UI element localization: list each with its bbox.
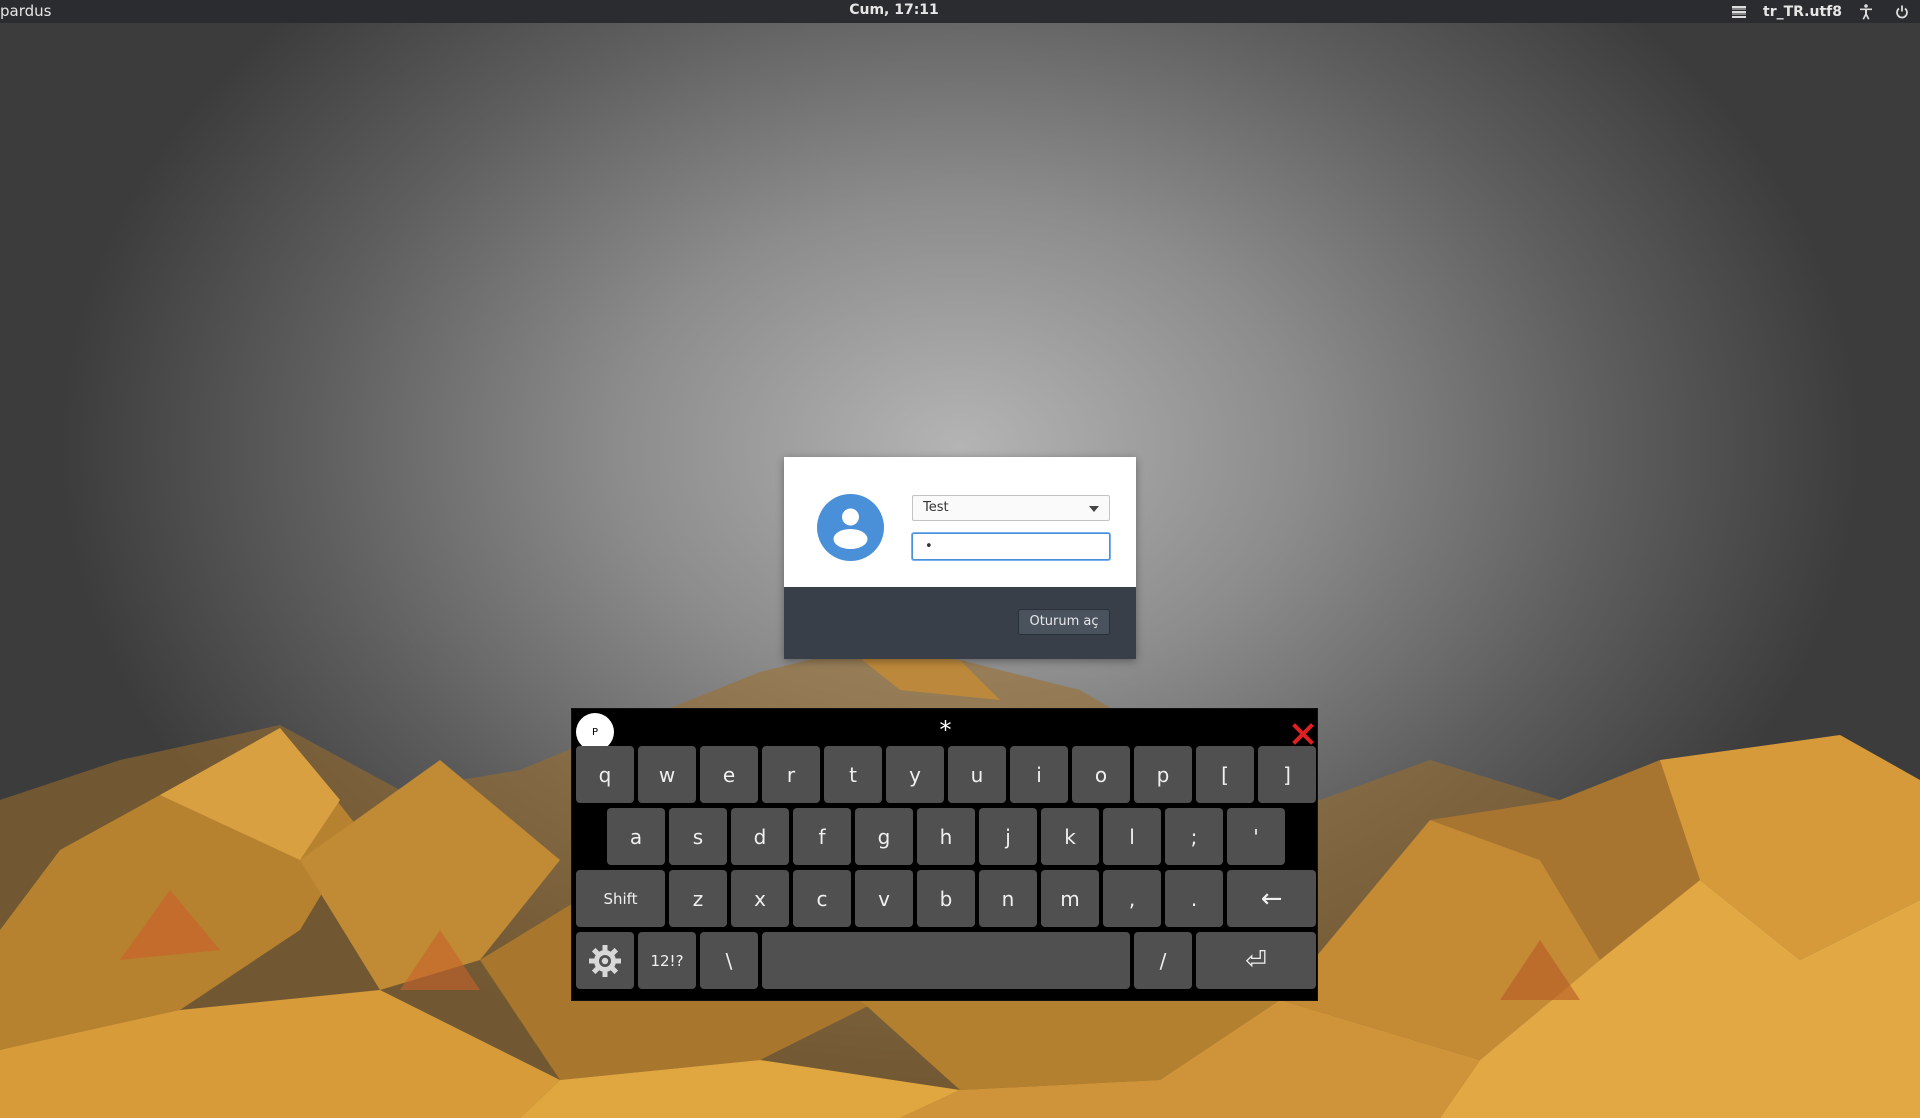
password-input[interactable] bbox=[912, 533, 1110, 560]
chevron-down-icon bbox=[1089, 506, 1099, 512]
key-h[interactable]: h bbox=[917, 808, 975, 865]
key-backslash[interactable]: \ bbox=[700, 932, 758, 989]
login-dialog-body: Test bbox=[784, 457, 1136, 587]
user-avatar-icon bbox=[817, 494, 884, 561]
onscreen-keyboard: P * q w e r t y u i o p[] a s d f g h j k l; ' Shift z x c v b n m,… bbox=[571, 708, 1318, 1001]
key-g[interactable]: g bbox=[855, 808, 913, 865]
key-backspace[interactable]: ← bbox=[1227, 870, 1316, 927]
key-l[interactable]: l bbox=[1103, 808, 1161, 865]
key-b[interactable]: b bbox=[917, 870, 975, 927]
login-dialog: Test Oturum aç bbox=[784, 457, 1136, 659]
key-right-bracket[interactable]: ] bbox=[1258, 746, 1316, 803]
key-a[interactable]: a bbox=[607, 808, 665, 865]
key-symbols[interactable]: 12!? bbox=[638, 932, 696, 989]
system-tray: tr_TR.utf8 bbox=[1721, 0, 1920, 23]
keyboard-preview: * bbox=[939, 716, 952, 744]
key-semicolon[interactable]: ; bbox=[1165, 808, 1223, 865]
key-r[interactable]: r bbox=[762, 746, 820, 803]
accessibility-icon[interactable] bbox=[1858, 3, 1874, 20]
menu-icon[interactable] bbox=[1731, 4, 1747, 20]
key-v[interactable]: v bbox=[855, 870, 913, 927]
key-d[interactable]: d bbox=[731, 808, 789, 865]
key-c[interactable]: c bbox=[793, 870, 851, 927]
key-i[interactable]: i bbox=[1010, 746, 1068, 803]
clock[interactable]: Cum, 17:11 bbox=[0, 2, 1788, 18]
key-f[interactable]: f bbox=[793, 808, 851, 865]
key-slash[interactable]: / bbox=[1134, 932, 1192, 989]
key-enter[interactable]: ⏎ bbox=[1196, 932, 1316, 989]
user-select-dropdown[interactable]: Test bbox=[912, 495, 1110, 521]
key-comma[interactable]: , bbox=[1103, 870, 1161, 927]
key-q[interactable]: q bbox=[576, 746, 634, 803]
close-icon[interactable] bbox=[1291, 722, 1315, 746]
top-panel: pardus Cum, 17:11 tr_TR.utf8 bbox=[0, 0, 1920, 23]
key-k[interactable]: k bbox=[1041, 808, 1099, 865]
key-o[interactable]: o bbox=[1072, 746, 1130, 803]
key-s[interactable]: s bbox=[669, 808, 727, 865]
login-dialog-footer: Oturum aç bbox=[784, 587, 1136, 659]
key-y[interactable]: y bbox=[886, 746, 944, 803]
key-period[interactable]: . bbox=[1165, 870, 1223, 927]
key-p[interactable]: p bbox=[1134, 746, 1192, 803]
key-w[interactable]: w bbox=[638, 746, 696, 803]
key-apostrophe[interactable]: ' bbox=[1227, 808, 1285, 865]
login-button[interactable]: Oturum aç bbox=[1018, 609, 1110, 635]
key-e[interactable]: e bbox=[700, 746, 758, 803]
power-icon[interactable] bbox=[1894, 4, 1910, 20]
key-u[interactable]: u bbox=[948, 746, 1006, 803]
locale-selector[interactable]: tr_TR.utf8 bbox=[1763, 4, 1842, 20]
key-left-bracket[interactable]: [ bbox=[1196, 746, 1254, 803]
key-x[interactable]: x bbox=[731, 870, 789, 927]
key-z[interactable]: z bbox=[669, 870, 727, 927]
key-space[interactable] bbox=[762, 932, 1130, 989]
key-m[interactable]: m bbox=[1041, 870, 1099, 927]
user-select-value: Test bbox=[923, 500, 949, 515]
key-shift[interactable]: Shift bbox=[576, 870, 665, 927]
gear-icon bbox=[589, 944, 621, 977]
settings-key[interactable] bbox=[576, 932, 634, 989]
key-t[interactable]: t bbox=[824, 746, 882, 803]
key-n[interactable]: n bbox=[979, 870, 1037, 927]
key-j[interactable]: j bbox=[979, 808, 1037, 865]
